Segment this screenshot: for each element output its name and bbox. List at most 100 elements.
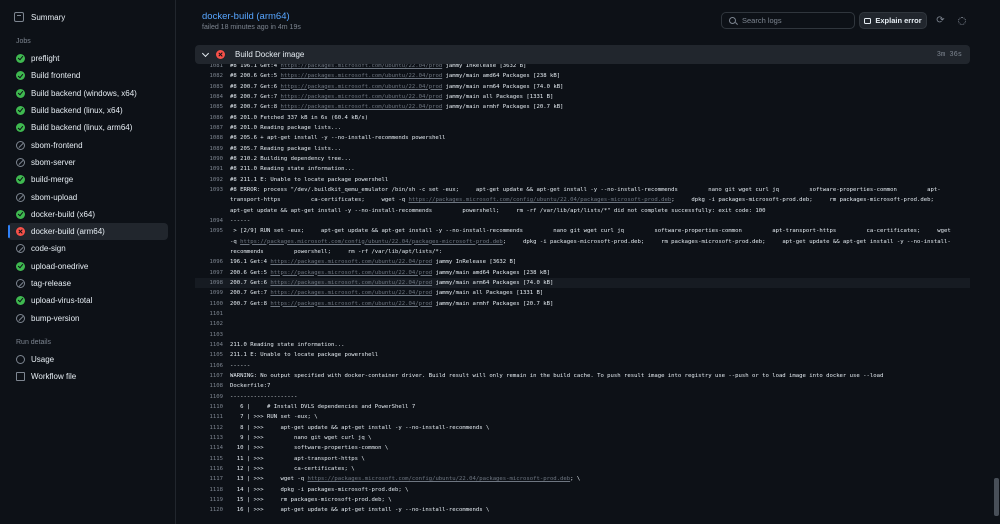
log-link[interactable]: https://packages.microsoft.com/ubuntu/22…	[270, 290, 432, 296]
log-link[interactable]: https://packages.microsoft.com/ubuntu/22…	[281, 94, 443, 100]
log-text-part: ; dpkg -i packages-microsoft-prod.deb; r…	[671, 197, 934, 204]
line-number[interactable]: 1103	[195, 330, 223, 340]
job-item[interactable]: preflight	[8, 50, 168, 67]
run-detail-item[interactable]: Usage	[8, 351, 168, 368]
job-item[interactable]: code-sign	[8, 240, 168, 257]
line-number[interactable]: 1090	[195, 154, 223, 164]
search-input[interactable]	[742, 16, 842, 25]
settings-button[interactable]	[953, 12, 970, 29]
job-label: code-sign	[31, 244, 66, 254]
line-number[interactable]: 1091	[195, 164, 223, 174]
line-number[interactable]: 1108	[195, 381, 223, 391]
line-number[interactable]: 1110	[195, 402, 223, 412]
line-number[interactable]: 1111	[195, 412, 223, 422]
line-number[interactable]: 1116	[195, 464, 223, 474]
job-item[interactable]: Build backend (linux, x64)	[8, 102, 168, 119]
line-number[interactable]: 1088	[195, 133, 223, 143]
line-number[interactable]: 1094	[195, 216, 223, 226]
job-item[interactable]: sbom-server	[8, 154, 168, 171]
job-item[interactable]: Build backend (windows, x64)	[8, 85, 168, 102]
line-number[interactable]: 1112	[195, 423, 223, 433]
log-text: Dockerfile:7	[230, 381, 965, 391]
line-number[interactable]: 1097	[195, 268, 223, 278]
log-text-part: 200.6 Get:5	[230, 269, 271, 276]
log-line: 1094 ------	[195, 216, 970, 226]
refresh-button[interactable]: ⟳	[932, 12, 949, 29]
line-number[interactable]: 1081	[195, 64, 223, 71]
line-number[interactable]: 1096	[195, 257, 223, 267]
line-number[interactable]: 1083	[195, 82, 223, 92]
log-link[interactable]: https://packages.microsoft.com/ubuntu/22…	[281, 73, 443, 79]
line-number[interactable]: 1106	[195, 361, 223, 371]
job-item[interactable]: sbom-frontend	[8, 136, 168, 153]
log-link[interactable]: https://packages.microsoft.com/config/ub…	[307, 476, 570, 482]
job-title[interactable]: docker-build (arm64)	[202, 11, 290, 22]
log-link[interactable]: https://packages.microsoft.com/ubuntu/22…	[270, 301, 432, 307]
job-label: sbom-frontend	[31, 140, 83, 150]
log-text: #8 201.0 Fetched 337 kB in 6s (60.4 kB/s…	[230, 113, 965, 123]
step-header[interactable]: Build Docker image 3m 36s	[195, 45, 970, 64]
line-number[interactable]: 1115	[195, 454, 223, 464]
log-text-part: ------	[230, 362, 251, 369]
line-number[interactable]: 1102	[195, 319, 223, 329]
line-number[interactable]: 1100	[195, 299, 223, 309]
log-link[interactable]: https://packages.microsoft.com/ubuntu/22…	[270, 270, 432, 276]
log-text-part: 200.7 Get:7	[230, 290, 271, 297]
log-link[interactable]: https://packages.microsoft.com/ubuntu/22…	[270, 280, 432, 286]
log-link[interactable]: https://packages.microsoft.com/ubuntu/22…	[270, 259, 432, 265]
summary-link[interactable]: Summary	[8, 8, 168, 26]
run-detail-item[interactable]: Workflow file	[8, 368, 168, 385]
line-number[interactable]: 1082	[195, 71, 223, 81]
log-link[interactable]: https://packages.microsoft.com/ubuntu/22…	[281, 64, 443, 69]
line-number[interactable]: 1085	[195, 102, 223, 112]
job-item[interactable]: sbom-upload	[8, 188, 168, 205]
line-number[interactable]: 1119	[195, 495, 223, 505]
line-number[interactable]: 1105	[195, 350, 223, 360]
line-number[interactable]: 1098	[195, 278, 223, 288]
job-item[interactable]: tag-release	[8, 275, 168, 292]
log-link[interactable]: https://packages.microsoft.com/config/ub…	[409, 197, 672, 203]
line-number[interactable]: 1087	[195, 123, 223, 133]
log-line: recommends powershell; rm -rf /var/lib/a…	[195, 247, 970, 257]
log-text: ------	[230, 361, 965, 371]
job-item[interactable]: docker-build (x64)	[8, 206, 168, 223]
job-item[interactable]: upload-onedrive	[8, 258, 168, 275]
line-number[interactable]: 1101	[195, 309, 223, 319]
log-text: #8 200.7 Get:6 https://packages.microsof…	[230, 82, 965, 92]
line-number[interactable]: 1099	[195, 288, 223, 298]
log-text-part: transport-https ca-certificates; wget -q	[230, 197, 409, 204]
line-number[interactable]: 1114	[195, 443, 223, 453]
line-number[interactable]: 1104	[195, 340, 223, 350]
job-item[interactable]: Build frontend	[8, 67, 168, 84]
line-number[interactable]: 1113	[195, 433, 223, 443]
line-number[interactable]: 1086	[195, 113, 223, 123]
job-item[interactable]: bump-version	[8, 309, 168, 326]
line-number[interactable]: 1118	[195, 485, 223, 495]
success-icon	[16, 71, 25, 81]
search-logs[interactable]	[721, 12, 855, 29]
log-link[interactable]: https://packages.microsoft.com/config/ub…	[240, 239, 503, 245]
line-number[interactable]: 1092	[195, 175, 223, 185]
log-text-part: Dockerfile:7	[230, 383, 271, 390]
line-number[interactable]: 1107	[195, 371, 223, 381]
job-item[interactable]: Build backend (linux, arm64)	[8, 119, 168, 136]
line-number[interactable]: 1095	[195, 226, 223, 236]
line-number[interactable]: 1120	[195, 505, 223, 515]
line-number[interactable]: 1084	[195, 92, 223, 102]
log-text: 12 | >>> ca-certificates; \	[230, 464, 965, 474]
scrollbar[interactable]	[993, 0, 1000, 524]
scrollbar-thumb[interactable]	[994, 478, 999, 516]
job-item[interactable]: build-merge	[8, 171, 168, 188]
line-number[interactable]: 1117	[195, 474, 223, 484]
log-link[interactable]: https://packages.microsoft.com/ubuntu/22…	[281, 104, 443, 110]
job-item[interactable]: upload-virus-total	[8, 292, 168, 309]
log-text-part: #8 205.6 + apt-get install -y --no-insta…	[230, 135, 446, 142]
line-number[interactable]: 1109	[195, 392, 223, 402]
log-link[interactable]: https://packages.microsoft.com/ubuntu/22…	[281, 84, 443, 90]
log-text: #8 200.6 Get:5 https://packages.microsof…	[230, 71, 965, 81]
job-item[interactable]: docker-build (arm64)	[8, 222, 168, 241]
run-details-list: Usage Workflow file	[8, 351, 168, 385]
explain-error-button[interactable]: Explain error	[859, 12, 927, 29]
line-number[interactable]: 1089	[195, 144, 223, 154]
line-number[interactable]: 1093	[195, 185, 223, 195]
